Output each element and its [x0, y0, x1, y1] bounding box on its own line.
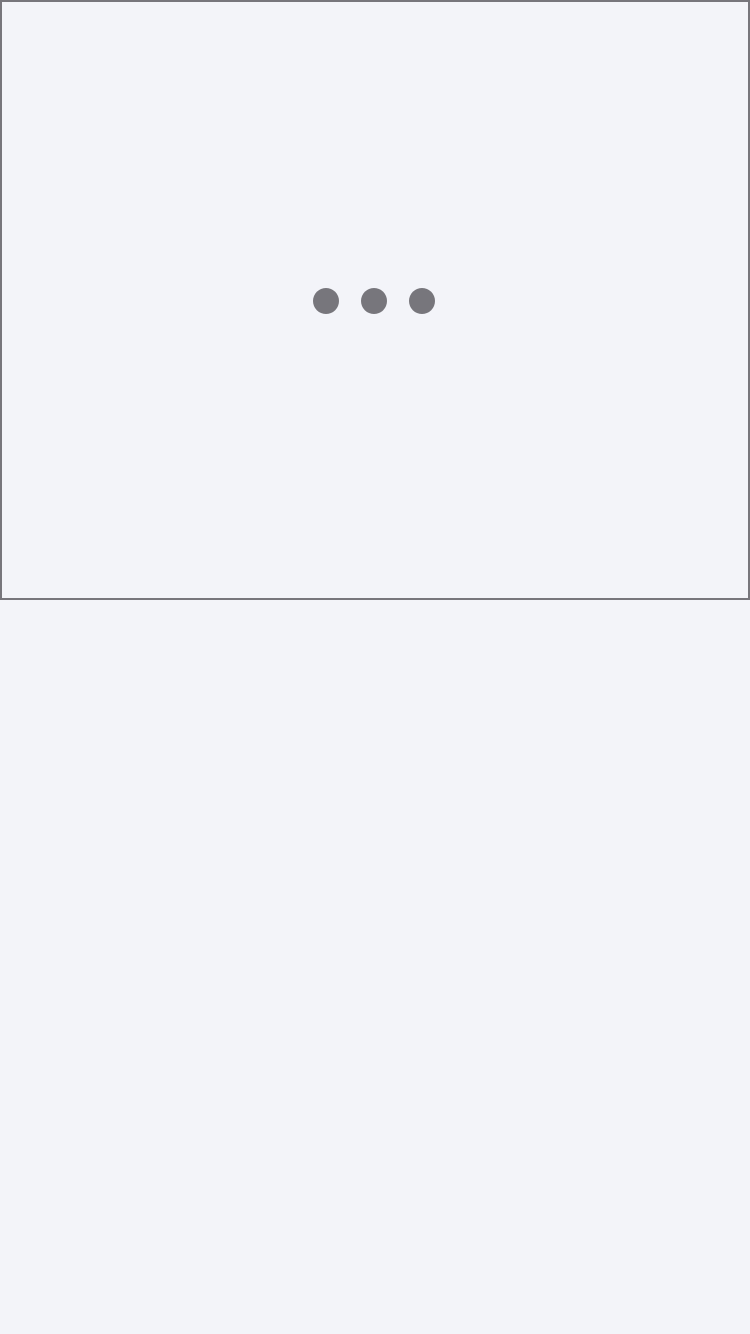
- empty-content-area: [0, 600, 750, 1334]
- loading-panel: [0, 0, 750, 600]
- loading-dot: [313, 288, 339, 314]
- page: [0, 0, 750, 1334]
- loading-dot: [409, 288, 435, 314]
- loading-dots-icon: [313, 288, 435, 314]
- loading-dot: [361, 288, 387, 314]
